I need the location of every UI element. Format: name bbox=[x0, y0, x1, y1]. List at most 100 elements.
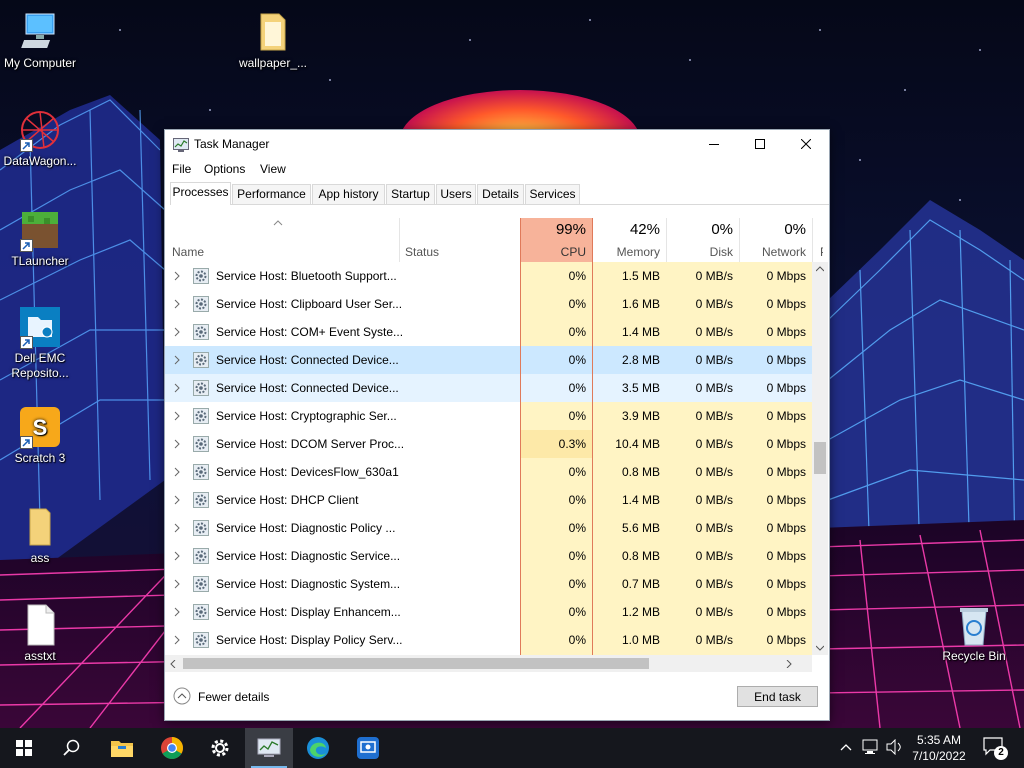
expand-chevron-icon[interactable] bbox=[173, 438, 181, 450]
close-button[interactable] bbox=[783, 130, 829, 158]
file-explorer-button[interactable] bbox=[98, 728, 146, 768]
table-row[interactable]: Service Host: Display Enhancem... 0% 1.2 M… bbox=[165, 598, 815, 626]
chrome-button[interactable] bbox=[148, 728, 196, 768]
tab-users[interactable]: Users bbox=[436, 184, 476, 204]
table-row[interactable]: Service Host: Display Policy Serv... 0% 1.… bbox=[165, 626, 815, 654]
process-name-cell[interactable]: Service Host: Cryptographic Ser... bbox=[165, 402, 520, 430]
horizontal-scrollbar[interactable] bbox=[165, 655, 812, 672]
process-name-cell[interactable]: Service Host: DHCP Client bbox=[165, 486, 520, 514]
process-name-cell[interactable]: Service Host: Display Policy Serv... bbox=[165, 626, 520, 654]
process-name-cell[interactable]: Service Host: Diagnostic System... bbox=[165, 570, 520, 598]
system-clock[interactable]: 5:35 AM 7/10/2022 bbox=[902, 732, 976, 764]
table-row[interactable]: Service Host: DHCP Client 0% 1.4 MB 0 MB/s 0… bbox=[165, 486, 815, 514]
desktop-icon-datawagon[interactable]: DataWagon... bbox=[0, 108, 80, 169]
vertical-scrollbar[interactable] bbox=[812, 262, 828, 655]
expand-chevron-icon[interactable] bbox=[173, 326, 181, 338]
remote-desktop-button[interactable] bbox=[344, 728, 392, 768]
expand-chevron-icon[interactable] bbox=[173, 410, 181, 422]
column-power-header[interactable]: P bbox=[813, 218, 823, 262]
desktop-icon-wallpaper[interactable]: wallpaper_... bbox=[233, 10, 313, 71]
end-task-button[interactable]: End task bbox=[737, 686, 818, 707]
table-row[interactable]: Service Host: Diagnostic System... 0% 0.7 … bbox=[165, 570, 815, 598]
show-hidden-icons-icon[interactable] bbox=[840, 742, 852, 752]
expand-chevron-icon[interactable] bbox=[173, 494, 181, 506]
title-bar[interactable]: Task Manager bbox=[165, 130, 829, 158]
column-name-header[interactable]: Name bbox=[165, 218, 399, 262]
collapse-chevron-icon[interactable] bbox=[173, 687, 191, 705]
tab-processes[interactable]: Processes bbox=[170, 182, 231, 205]
desktop-icon-asstxt[interactable]: asstxt bbox=[0, 603, 80, 664]
expand-chevron-icon[interactable] bbox=[173, 354, 181, 366]
tab-startup[interactable]: Startup bbox=[386, 184, 435, 204]
expand-chevron-icon[interactable] bbox=[173, 634, 181, 646]
table-row[interactable]: Service Host: Bluetooth Support... 0% 1.5 … bbox=[165, 262, 815, 290]
expand-chevron-icon[interactable] bbox=[173, 550, 181, 562]
scroll-down-icon[interactable] bbox=[816, 645, 824, 651]
desktop-icon-dell-emc[interactable]: Dell EMC Reposito... bbox=[0, 305, 80, 381]
process-name: Service Host: Connected Device... bbox=[216, 381, 399, 395]
tab-app-history[interactable]: App history bbox=[312, 184, 385, 204]
expand-chevron-icon[interactable] bbox=[173, 578, 181, 590]
network-icon[interactable] bbox=[862, 739, 880, 755]
column-cpu-header[interactable]: 99% CPU bbox=[520, 218, 593, 262]
file-explorer-icon bbox=[111, 741, 133, 757]
table-row[interactable]: Service Host: DevicesFlow_630a1 0% 0.8 MB 0… bbox=[165, 458, 815, 486]
table-row[interactable]: Service Host: Connected Device... 0% 2.8 M… bbox=[165, 346, 815, 374]
minimize-button[interactable] bbox=[691, 130, 737, 158]
process-name-cell[interactable]: Service Host: DevicesFlow_630a1 bbox=[165, 458, 520, 486]
process-name-cell[interactable]: Service Host: Connected Device... bbox=[165, 374, 520, 402]
table-row[interactable]: Service Host: Clipboard User Ser... 0% 1.6… bbox=[165, 290, 815, 318]
horizontal-scroll-thumb[interactable] bbox=[183, 658, 649, 669]
process-name-cell[interactable]: Service Host: Diagnostic Service... bbox=[165, 542, 520, 570]
process-name-cell[interactable]: Service Host: Connected Device... bbox=[165, 346, 520, 374]
scroll-left-icon[interactable] bbox=[170, 660, 176, 668]
expand-chevron-icon[interactable] bbox=[173, 382, 181, 394]
process-name-cell[interactable]: Service Host: DCOM Server Proc... bbox=[165, 430, 520, 458]
search-button[interactable] bbox=[48, 728, 96, 768]
desktop-icon-scratch[interactable]: S Scratch 3 bbox=[0, 405, 80, 466]
column-disk-header[interactable]: 0% Disk bbox=[666, 218, 739, 262]
table-row[interactable]: Service Host: Cryptographic Ser... 0% 3.9 … bbox=[165, 402, 815, 430]
desktop-icon-recycle-bin[interactable]: Recycle Bin bbox=[934, 603, 1014, 664]
desktop-icon-ass[interactable]: ass bbox=[0, 505, 80, 566]
table-row[interactable]: Service Host: COM+ Event Syste... 0% 1.4 M… bbox=[165, 318, 815, 346]
tab-services[interactable]: Services bbox=[525, 184, 580, 204]
vertical-scroll-thumb[interactable] bbox=[814, 442, 826, 474]
column-memory-header[interactable]: 42% Memory bbox=[593, 218, 666, 262]
menu-file[interactable]: File bbox=[172, 162, 191, 176]
scroll-up-icon[interactable] bbox=[816, 266, 824, 272]
process-name: Service Host: Diagnostic System... bbox=[216, 577, 401, 591]
task-manager-taskbar-button[interactable] bbox=[245, 728, 293, 768]
expand-chevron-icon[interactable] bbox=[173, 606, 181, 618]
column-status-header[interactable]: Status bbox=[400, 218, 520, 262]
start-button[interactable] bbox=[0, 728, 48, 768]
edge-button[interactable] bbox=[294, 728, 342, 768]
cpu-cell: 0% bbox=[520, 486, 593, 514]
table-row[interactable]: Service Host: Diagnostic Policy ... 0% 5.6… bbox=[165, 514, 815, 542]
memory-cell: 0.7 MB bbox=[593, 570, 666, 598]
process-name-cell[interactable]: Service Host: COM+ Event Syste... bbox=[165, 318, 520, 346]
menu-view[interactable]: View bbox=[260, 162, 286, 176]
tab-performance[interactable]: Performance bbox=[232, 184, 311, 204]
desktop-icon-my-computer[interactable]: My Computer bbox=[0, 10, 80, 71]
expand-chevron-icon[interactable] bbox=[173, 522, 181, 534]
column-network-header[interactable]: 0% Network bbox=[739, 218, 812, 262]
expand-chevron-icon[interactable] bbox=[173, 298, 181, 310]
scroll-right-icon[interactable] bbox=[786, 660, 792, 668]
tab-details[interactable]: Details bbox=[477, 184, 524, 204]
desktop-icon-tlauncher[interactable]: TLauncher bbox=[0, 208, 80, 269]
process-name-cell[interactable]: Service Host: Display Enhancem... bbox=[165, 598, 520, 626]
action-center-button[interactable]: 2 bbox=[982, 736, 1008, 760]
maximize-button[interactable] bbox=[737, 130, 783, 158]
process-name-cell[interactable]: Service Host: Diagnostic Policy ... bbox=[165, 514, 520, 542]
table-row[interactable]: Service Host: Connected Device... 0% 3.5 M… bbox=[165, 374, 815, 402]
expand-chevron-icon[interactable] bbox=[173, 466, 181, 478]
menu-options[interactable]: Options bbox=[204, 162, 245, 176]
table-row[interactable]: Service Host: DCOM Server Proc... 0.3% 10.… bbox=[165, 430, 815, 458]
settings-button[interactable] bbox=[196, 728, 244, 768]
fewer-details-link[interactable]: Fewer details bbox=[198, 690, 269, 704]
process-name-cell[interactable]: Service Host: Clipboard User Ser... bbox=[165, 290, 520, 318]
table-row[interactable]: Service Host: Diagnostic Service... 0% 0.8… bbox=[165, 542, 815, 570]
expand-chevron-icon[interactable] bbox=[173, 270, 181, 282]
process-name-cell[interactable]: Service Host: Bluetooth Support... bbox=[165, 262, 520, 290]
